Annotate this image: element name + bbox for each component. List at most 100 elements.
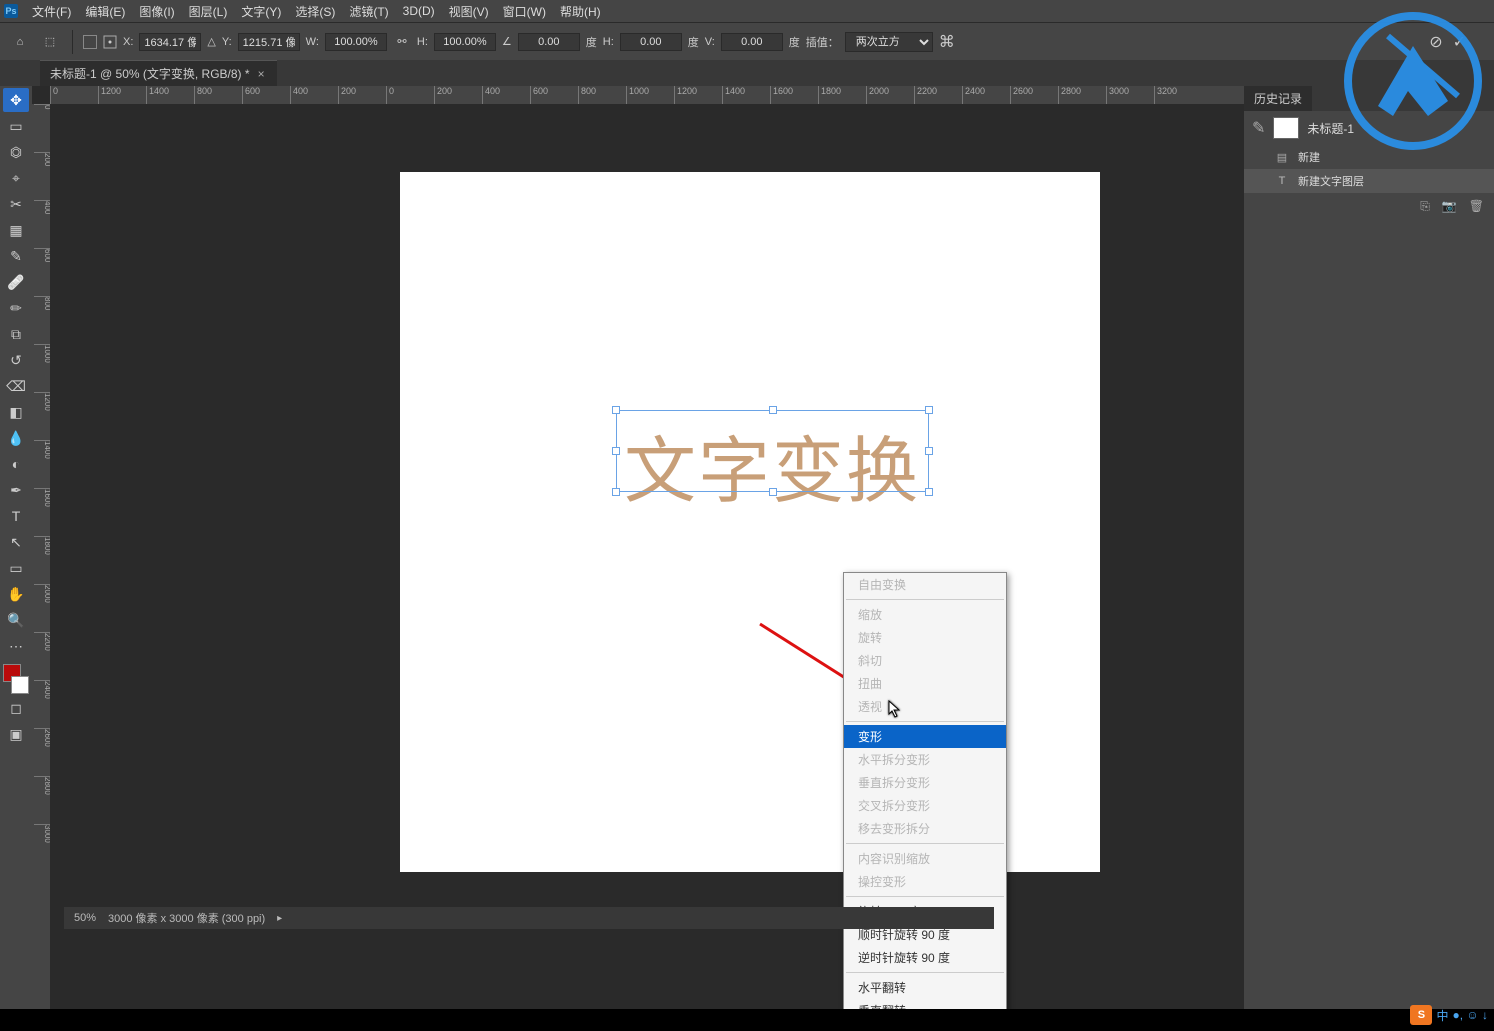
triangle-icon[interactable]: △ [207,35,215,48]
menu-window[interactable]: 窗口(W) [497,1,552,22]
transform-handle[interactable] [769,406,777,414]
context-menu-item: 透视 [844,695,1006,718]
context-menu-item[interactable]: 水平翻转 [844,976,1006,999]
document-tabs: 未标题-1 @ 50% (文字变换, RGB/8) * × [0,60,1494,86]
h-skew-input[interactable] [620,33,682,51]
hand-tool[interactable]: ✋ [3,582,29,606]
v-skew-input[interactable] [721,33,783,51]
reference-point-toggle[interactable] [83,35,97,49]
context-menu-item: 扭曲 [844,672,1006,695]
shape-tool[interactable]: ▭ [3,556,29,580]
context-menu-item: 水平拆分变形 [844,748,1006,771]
delete-icon[interactable]: 🗑 [1469,199,1484,214]
menu-edit[interactable]: 编辑(E) [79,1,131,22]
link-icon[interactable]: ⚯ [393,33,411,51]
angle-input[interactable] [518,33,580,51]
menu-bar: Ps 文件(F) 编辑(E) 图像(I) 图层(L) 文字(Y) 选择(S) 滤… [0,0,1494,22]
interpolation-select[interactable]: 两次立方 [845,32,933,52]
menu-type[interactable]: 文字(Y) [235,1,287,22]
history-panel: ✎ 未标题-1 ▤ 新建 T 新建文字图层 ⎘ 📷 🗑 [1244,111,1494,1009]
context-menu-item: 旋转 [844,626,1006,649]
new-doc-icon: ▤ [1274,150,1290,164]
transform-handle[interactable] [612,406,620,414]
gradient-tool[interactable]: ◧ [3,400,29,424]
mouse-cursor [888,700,902,721]
home-icon[interactable]: ⌂ [8,30,32,54]
ruler-vertical[interactable]: 0200400600800100012001400160018002000220… [32,104,50,1009]
ruler-horizontal[interactable]: 0120014008006004002000200400600800100012… [50,86,1244,104]
reference-point-icon[interactable] [103,35,117,49]
context-menu-item[interactable]: 逆时针旋转 90 度 [844,946,1006,969]
status-dropdown-icon[interactable]: ▸ [277,913,282,924]
create-doc-icon[interactable]: ⎘ [1420,199,1430,214]
context-menu-item: 交叉拆分变形 [844,794,1006,817]
quick-select-tool[interactable]: ⌖ [3,166,29,190]
context-menu-item: 操控变形 [844,870,1006,893]
y-input[interactable] [238,33,300,51]
transform-handle[interactable] [612,488,620,496]
history-tab[interactable]: 历史记录 [1244,86,1312,111]
menu-filter[interactable]: 滤镜(T) [343,1,394,22]
transform-handle[interactable] [612,447,620,455]
w-input[interactable] [325,33,387,51]
close-tab-icon[interactable]: × [258,67,265,81]
w-label: W: [306,36,319,48]
context-menu-item: 垂直拆分变形 [844,771,1006,794]
x-input[interactable] [139,33,201,51]
transform-bounding-box[interactable] [616,410,929,492]
history-panel-footer: ⎘ 📷 🗑 [1244,193,1494,220]
screen-mode-icon[interactable]: ▣ [3,722,29,746]
tab-title: 未标题-1 @ 50% (文字变换, RGB/8) * [50,65,250,82]
h-skew-label: H: [603,36,614,48]
lasso-tool[interactable]: ⏣ [3,140,29,164]
h-input[interactable] [434,33,496,51]
brush-tool[interactable]: ✏ [3,296,29,320]
history-brush-tool[interactable]: ↺ [3,348,29,372]
snapshot-icon[interactable]: 📷 [1442,199,1457,214]
pen-tool[interactable]: ✒ [3,478,29,502]
menu-3d[interactable]: 3D(D) [397,2,441,20]
context-menu-item[interactable]: 变形 [844,725,1006,748]
document-tab[interactable]: 未标题-1 @ 50% (文字变换, RGB/8) * × [40,60,277,86]
frame-tool[interactable]: ▦ [3,218,29,242]
dodge-tool[interactable]: ◐ [3,452,29,476]
transform-handle[interactable] [925,488,933,496]
canvas-area[interactable]: 文字变换 [50,104,1244,1009]
history-item[interactable]: T 新建文字图层 [1244,169,1494,193]
move-tool[interactable]: ✥ [3,88,29,112]
quick-mask-icon[interactable]: ◻ [3,696,29,720]
eyedropper-tool[interactable]: ✎ [3,244,29,268]
document-info[interactable]: 3000 像素 x 3000 像素 (300 ppi) [108,910,265,926]
stamp-tool[interactable]: ⧉ [3,322,29,346]
path-select-tool[interactable]: ↖ [3,530,29,554]
menu-layer[interactable]: 图层(L) [183,1,234,22]
ime-indicator[interactable]: S 中 ●, ☺ ↓ [1410,1005,1488,1025]
color-swatches[interactable] [3,664,29,694]
menu-image[interactable]: 图像(I) [133,1,180,22]
crop-tool[interactable]: ✂ [3,192,29,216]
transform-handle[interactable] [925,406,933,414]
tools-panel: ✥ ▭ ⏣ ⌖ ✂ ▦ ✎ 🩹 ✏ ⧉ ↺ ⌫ ◧ 💧 ◐ ✒ T ↖ ▭ ✋ … [0,86,32,1009]
app-icon: Ps [4,4,18,18]
frame-icon[interactable]: ⬚ [38,30,62,54]
healing-tool[interactable]: 🩹 [3,270,29,294]
menu-file[interactable]: 文件(F) [26,1,77,22]
x-label: X: [123,36,133,48]
menu-help[interactable]: 帮助(H) [554,1,607,22]
ime-badge: S [1410,1005,1432,1025]
zoom-level[interactable]: 50% [74,912,96,924]
zoom-tool[interactable]: 🔍 [3,608,29,632]
more-tools[interactable]: ⋯ [3,634,29,658]
marquee-tool[interactable]: ▭ [3,114,29,138]
transform-handle[interactable] [769,488,777,496]
transform-handle[interactable] [925,447,933,455]
background-color[interactable] [11,676,29,694]
warp-icon[interactable]: ⌘ [939,32,955,52]
eraser-tool[interactable]: ⌫ [3,374,29,398]
context-menu-item[interactable]: 垂直翻转 [844,999,1006,1009]
type-tool[interactable]: T [3,504,29,528]
right-panels: 历史记录 ✎ 未标题-1 ▤ 新建 T 新建文字图层 ⎘ 📷 🗑 [1244,86,1494,1009]
menu-view[interactable]: 视图(V) [443,1,495,22]
blur-tool[interactable]: 💧 [3,426,29,450]
menu-select[interactable]: 选择(S) [289,1,341,22]
